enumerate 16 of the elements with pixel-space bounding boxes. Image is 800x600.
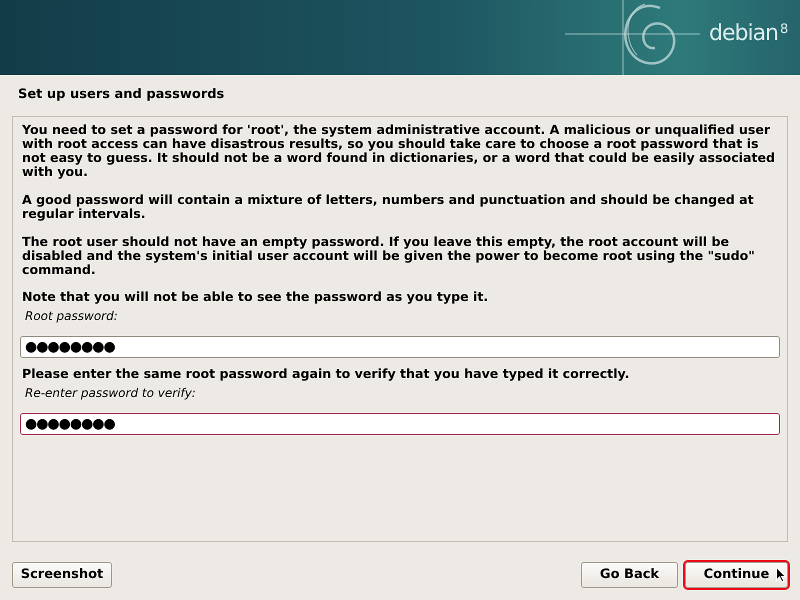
description-paragraph: A good password will contain a mixture of letters, numbers and punctuation and should be changed at regular intervals. xyxy=(22,193,755,221)
password-field[interactable]: ●●●●●●●● xyxy=(20,413,780,435)
field-label: Root password: xyxy=(24,309,119,323)
logo-text: debian xyxy=(709,20,778,48)
password-field[interactable]: ●●●●●●●● xyxy=(20,336,780,358)
logo-version: 8 xyxy=(780,21,788,39)
description-paragraph: You need to set a password for 'root', the system administrative account. A malicious or unqualified user with root access can have disastrous results, so you should take care to choose a root password that is not easy to guess. It should not be a word found in dictionaries, or a word that could be easily associated with you. xyxy=(22,123,776,179)
mouse-pointer-icon xyxy=(776,567,786,583)
field-label: Re-enter password to verify: xyxy=(24,386,197,400)
dialog-button[interactable]: Screenshot xyxy=(12,562,112,588)
description-paragraph: The root user should not have an empty password. If you leave this empty, the root account will be disabled and the system's initial user account will be given the power to become root using the "sudo" command. xyxy=(22,235,756,277)
dialog-button[interactable]: Go Back xyxy=(581,562,678,588)
page-title: Set up users and passwords xyxy=(17,86,226,104)
prompt-text: Please enter the same root password again to verify that you have typed it correctly. xyxy=(22,367,630,381)
dialog-button[interactable]: Continue xyxy=(685,562,788,588)
prompt-text: Note that you will not be able to see the password as you type it. xyxy=(22,290,490,304)
